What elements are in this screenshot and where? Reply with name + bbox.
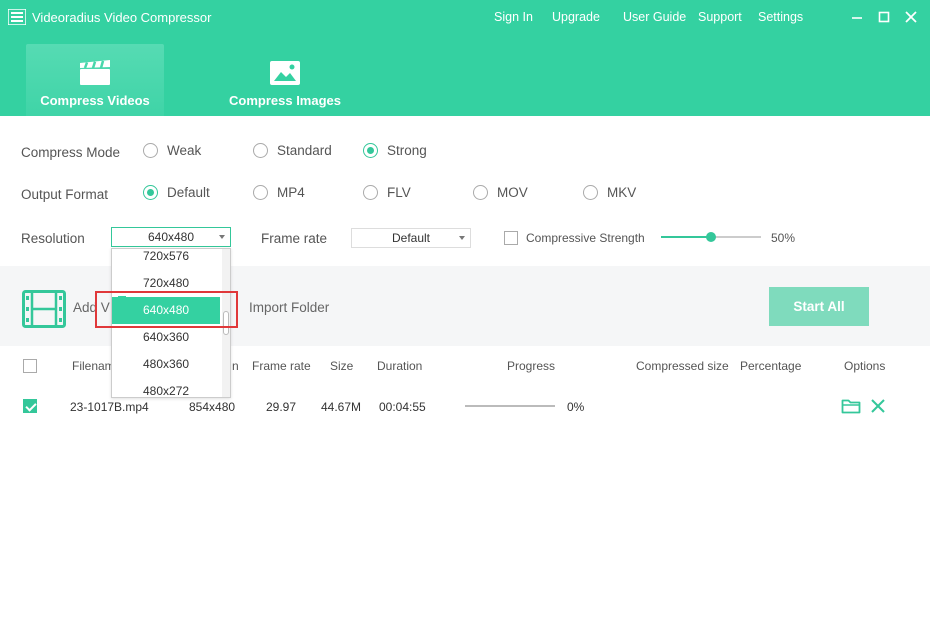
- radio-default[interactable]: Default: [143, 185, 210, 200]
- scrollbar-thumb[interactable]: [223, 311, 229, 335]
- row-duration: 00:04:55: [379, 400, 426, 414]
- radio-circle: [143, 143, 158, 158]
- col-filename: Filenam: [72, 359, 115, 373]
- row-filename: 23-1017B.mp4: [70, 400, 149, 414]
- dropdown-option-720x480[interactable]: 720x480: [112, 270, 220, 297]
- frame-rate-value: Default: [391, 231, 431, 245]
- compressive-strength-label: Compressive Strength: [526, 231, 645, 245]
- radio-circle: [473, 185, 488, 200]
- radio-label: FLV: [387, 185, 411, 200]
- header: Videoradius Video Compressor Sign In Upg…: [0, 0, 930, 116]
- col-size: Size: [330, 359, 354, 373]
- row-size: 44.67M: [321, 400, 362, 414]
- radio-mkv[interactable]: MKV: [583, 185, 636, 200]
- radio-circle: [253, 185, 268, 200]
- col-resolution: n: [232, 359, 239, 373]
- resolution-label: Resolution: [21, 231, 85, 246]
- radio-circle: [363, 143, 378, 158]
- chevron-down-icon: [459, 236, 465, 240]
- radio-label: Default: [167, 185, 210, 200]
- radio-strong[interactable]: Strong: [363, 143, 427, 158]
- col-progress: Progress: [507, 359, 556, 373]
- strength-value: 50%: [771, 231, 796, 245]
- radio-mov[interactable]: MOV: [473, 185, 528, 200]
- row-resolution: 854x480: [189, 400, 236, 414]
- import-folder-button[interactable]: Import Folder: [249, 300, 329, 315]
- folder-icon[interactable]: [841, 398, 861, 414]
- user-guide-link[interactable]: User Guide: [623, 10, 686, 24]
- radio-label: Weak: [167, 143, 202, 158]
- col-compressed-size: Compressed size: [636, 359, 729, 373]
- radio-weak[interactable]: Weak: [143, 143, 201, 158]
- sign-in-link[interactable]: Sign In: [494, 10, 533, 24]
- upgrade-link[interactable]: Upgrade: [552, 10, 600, 24]
- radio-label: Strong: [387, 143, 427, 158]
- compress-mode-label: Compress Mode: [21, 145, 121, 160]
- radio-circle: [583, 185, 598, 200]
- strength-slider-handle[interactable]: [706, 232, 716, 242]
- radio-standard[interactable]: Standard: [253, 143, 332, 158]
- row-progress-text: 0%: [567, 400, 585, 414]
- compressive-strength-checkbox[interactable]: [504, 231, 518, 245]
- app-title: Videoradius Video Compressor: [32, 10, 212, 25]
- radio-label: MP4: [277, 185, 305, 200]
- radio-label: MKV: [607, 185, 637, 200]
- tab-label: Compress Images: [229, 93, 341, 108]
- output-format-label: Output Format: [21, 187, 109, 202]
- minimize-icon[interactable]: [848, 8, 866, 26]
- dropdown-scroll-highlight: [118, 296, 126, 324]
- frame-rate-select[interactable]: Default: [351, 228, 471, 248]
- strength-slider[interactable]: [661, 232, 761, 242]
- strength-slider-fill: [661, 236, 711, 238]
- resolution-value: 640x480: [147, 230, 195, 244]
- tab-compress-images[interactable]: Compress Images: [215, 44, 355, 116]
- col-duration: Duration: [377, 359, 423, 373]
- add-video-button[interactable]: Add V: [73, 300, 110, 315]
- start-all-button[interactable]: Start All: [769, 287, 869, 326]
- settings-link[interactable]: Settings: [758, 10, 803, 24]
- dropdown-option-480x360[interactable]: 480x360: [112, 351, 220, 378]
- support-link[interactable]: Support: [698, 10, 742, 24]
- resolution-dropdown: 720x576 720x480 640x480 640x360 480x360 …: [111, 248, 231, 398]
- chevron-down-icon: [219, 235, 225, 239]
- row-frame-rate: 29.97: [266, 400, 297, 414]
- dropdown-option-640x480[interactable]: 640x480: [112, 297, 220, 324]
- delete-x-icon[interactable]: [870, 398, 886, 414]
- app-logo-icon: [8, 9, 26, 25]
- col-frame-rate: Frame rate: [252, 359, 311, 373]
- radio-label: MOV: [497, 185, 528, 200]
- row-checkbox[interactable]: [23, 399, 37, 413]
- radio-mp4[interactable]: MP4: [253, 185, 305, 200]
- dropdown-scrollbar[interactable]: [222, 249, 230, 397]
- radio-label: Standard: [277, 143, 332, 158]
- maximize-icon[interactable]: [875, 8, 893, 26]
- tab-label: Compress Videos: [40, 93, 150, 108]
- dropdown-option-640x360[interactable]: 640x360: [112, 324, 220, 351]
- dropdown-option-480x272[interactable]: 480x272: [112, 378, 220, 397]
- resolution-select[interactable]: 640x480: [111, 227, 231, 247]
- col-options: Options: [844, 359, 886, 373]
- radio-circle: [143, 185, 158, 200]
- col-percentage: Percentage: [740, 359, 802, 373]
- image-icon: [270, 61, 300, 85]
- film-strip-icon[interactable]: [22, 290, 66, 328]
- frame-rate-label: Frame rate: [261, 231, 328, 246]
- radio-circle: [253, 143, 268, 158]
- dropdown-option-720x576[interactable]: 720x576: [112, 249, 220, 270]
- row-progress-bar: [465, 405, 555, 407]
- radio-circle: [363, 185, 378, 200]
- tab-compress-videos[interactable]: Compress Videos: [26, 44, 164, 116]
- clapperboard-icon: [80, 60, 110, 85]
- close-icon[interactable]: [902, 8, 920, 26]
- radio-flv[interactable]: FLV: [363, 185, 411, 200]
- select-all-checkbox[interactable]: [23, 359, 37, 373]
